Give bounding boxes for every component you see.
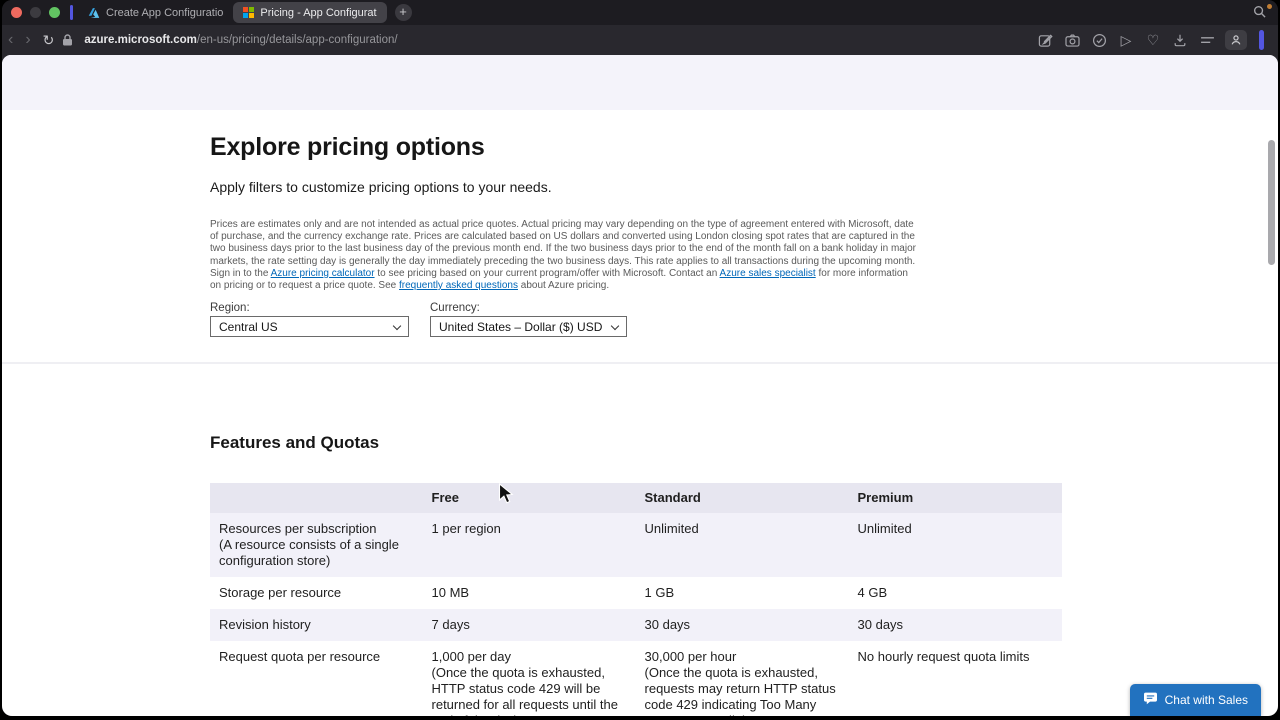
premium-cell: 4 GB [857,585,888,600]
zoom-window-button[interactable] [49,7,60,18]
table-header-row: Free Standard Premium [210,483,1062,513]
pricing-disclaimer: Prices are estimates only and are not in… [210,219,920,292]
header-premium: Premium [857,490,914,505]
scrollbar-thumb[interactable] [1268,140,1275,265]
minimize-window-button[interactable] [30,7,41,18]
tab-label: Pricing - App Configurat [260,6,377,19]
mouse-cursor [498,482,516,510]
premium-cell: No hourly request quota limits [857,649,1030,664]
feature-cell: Revision history [219,617,311,632]
profile-icon[interactable] [1225,30,1247,50]
quota-note: (Once the quota is exhausted, requests m… [644,665,836,716]
new-tab-button[interactable]: + [394,4,412,21]
free-cell: 10 MB [431,585,470,600]
sidebar-accent-pill [1259,30,1264,50]
quota-value: 30,000 per hour [644,649,737,664]
compose-icon[interactable] [1036,31,1054,49]
azure-icon [88,7,100,19]
section-divider [2,362,1278,364]
disclaimer-text: to see pricing based on your current pro… [374,267,720,279]
window-controls [11,7,60,18]
feature-note: (A resource consists of a single configu… [219,537,399,568]
feature-cell: Resources per subscription (A resource c… [210,513,432,577]
table-row: Storage per resource 10 MB 1 GB 4 GB [210,577,1062,609]
url-path: /en-us/pricing/details/app-configuration… [196,34,398,46]
shield-check-icon[interactable] [1090,31,1108,49]
feature-cell: Request quota per resource [219,649,381,664]
disclaimer-text: about Azure pricing. [517,280,610,292]
reader-list-icon[interactable] [1198,31,1216,49]
chat-bubble-icon [1143,692,1158,708]
chevron-down-icon [392,321,402,331]
tab-accent-bar [70,5,73,20]
features-quotas-title: Features and Quotas [210,433,380,452]
page-content: Explore pricing options Apply filters to… [2,55,1278,716]
feature-cell: Storage per resource [219,585,342,600]
chevron-down-icon [610,321,620,331]
camera-icon[interactable] [1063,31,1081,49]
tab-label: Create App Configuratio [106,6,224,19]
download-icon[interactable] [1171,31,1189,49]
currency-selected-value: United States – Dollar ($) USD [439,319,603,334]
free-cell: 1 per region [431,521,501,536]
feature-name: Resources per subscription [219,521,377,536]
free-cell: 7 days [431,617,470,632]
status-dot [1267,4,1272,9]
page-viewport: Explore pricing options Apply filters to… [2,55,1278,716]
currency-label: Currency: [430,302,480,314]
lock-icon [58,31,76,49]
close-window-button[interactable] [11,7,22,18]
table-row: Resources per subscription (A resource c… [210,513,1062,577]
page-title: Explore pricing options [210,133,485,161]
free-cell: 1,000 per day (Once the quota is exhaust… [432,641,645,716]
currency-select[interactable]: United States – Dollar ($) USD [430,316,627,337]
browser-window: Create App Configuratio Pricing - App Co… [2,0,1278,716]
table-row: Revision history 7 days 30 days 30 days [210,609,1062,641]
features-quotas-table: Free Standard Premium Resources per subs… [210,483,1062,716]
azure-pricing-calculator-link[interactable]: Azure pricing calculator [271,268,375,279]
region-selected-value: Central US [219,319,278,334]
tab-pricing-app-configuration[interactable]: Pricing - App Configurat [233,2,387,23]
url-bar: ‹ › ↻ azure.microsoft.com/en-us/pricing/… [2,25,1278,55]
faq-link[interactable]: frequently asked questions [399,280,518,291]
page-subtitle: Apply filters to customize pricing optio… [210,179,552,195]
back-button[interactable]: ‹ [2,32,19,48]
hero-band [2,55,1278,110]
premium-cell: Unlimited [857,521,912,536]
header-standard: Standard [644,490,701,505]
reload-button[interactable]: ↻ [43,32,55,49]
standard-cell: 30,000 per hour (Once the quota is exhau… [645,641,858,716]
header-free: Free [431,490,459,505]
quota-value: 1,000 per day [431,649,512,664]
standard-cell: Unlimited [644,521,699,536]
standard-cell: 1 GB [644,585,675,600]
url-domain: azure.microsoft.com [84,34,197,46]
region-label: Region: [210,302,250,314]
chat-button-label: Chat with Sales [1164,693,1248,707]
tab-bar: Create App Configuratio Pricing - App Co… [2,0,1278,25]
forward-button[interactable]: › [19,32,36,48]
premium-cell: 30 days [857,617,904,632]
microsoft-logo-icon [243,7,255,18]
quota-note: (Once the quota is exhausted, HTTP statu… [431,665,618,716]
region-select[interactable]: Central US [210,316,409,337]
heart-icon[interactable]: ♡ [1144,31,1162,49]
standard-cell: 30 days [644,617,691,632]
toolbar-icons: ▷ ♡ [1036,25,1264,55]
share-icon[interactable]: ▷ [1117,31,1135,49]
address-field[interactable]: azure.microsoft.com/en-us/pricing/detail… [84,34,397,46]
chat-with-sales-button[interactable]: Chat with Sales [1129,684,1261,716]
tab-create-app-configuration[interactable]: Create App Configuratio [78,2,233,23]
azure-sales-specialist-link[interactable]: Azure sales specialist [720,268,816,279]
table-row: Request quota per resource 1,000 per day… [210,641,1062,716]
search-icon[interactable] [1253,5,1266,23]
